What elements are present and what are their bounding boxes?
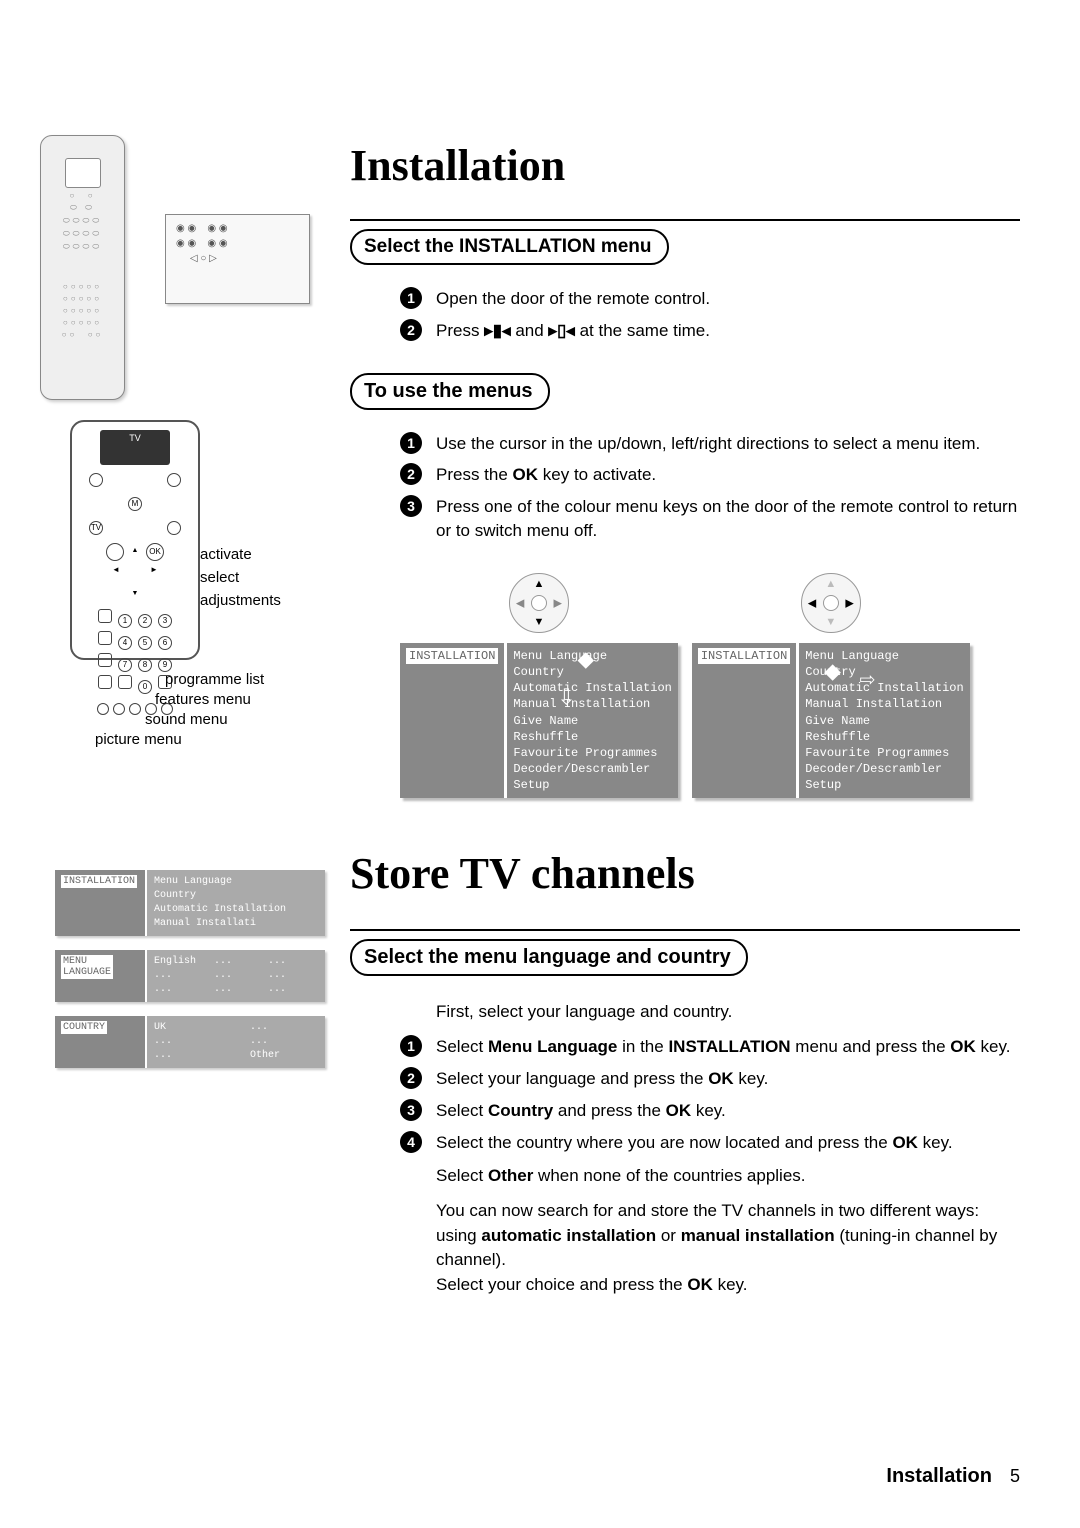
- remote-illustration-large: ○ ○ ⬭ ⬭ ⬭⬭⬭⬭ ⬭⬭⬭⬭ ⬭⬭⬭⬭ ○○○○○ ○○○○○ ○○○○○…: [40, 135, 125, 400]
- remote-callout-labels: activate select adjustments: [200, 540, 281, 615]
- pill-to-use-menus: To use the menus: [350, 373, 550, 410]
- side-menu-examples: INSTALLATIONMenu Language Country Automa…: [55, 870, 325, 1082]
- heading-store-channels: Store TV channels: [350, 848, 1020, 899]
- page-footer: Installation5: [886, 1465, 1020, 1488]
- remote-door-detail: ◉ ◉ ◉ ◉◉ ◉ ◉ ◉ ◁ ○ ▷: [165, 214, 310, 304]
- remote-illustration-with-labels: TV M TV ▲OK ◄► ▼ 123 456 789 0: [70, 420, 200, 660]
- prev-track-icon: ▸▮◂: [484, 319, 510, 343]
- menu-pip-icon: ▸▯◂: [548, 319, 574, 343]
- remote-bottom-labels: programme list features menu sound menu …: [95, 668, 264, 751]
- menu-diagram-row: ▲▼◀▶ INSTALLATION Menu LanguageCountryAu…: [400, 573, 1020, 809]
- pill-select-lang-country: Select the menu language and country: [350, 939, 748, 976]
- pill-select-install-menu: Select the INSTALLATION menu: [350, 229, 669, 265]
- install-menu-steps: 1Open the door of the remote control. 2P…: [400, 287, 1020, 343]
- use-menu-steps: 1Use the cursor in the up/down, left/rig…: [400, 432, 1020, 543]
- heading-installation: Installation: [350, 140, 1020, 191]
- store-steps: First, select your language and country.…: [400, 1000, 1020, 1297]
